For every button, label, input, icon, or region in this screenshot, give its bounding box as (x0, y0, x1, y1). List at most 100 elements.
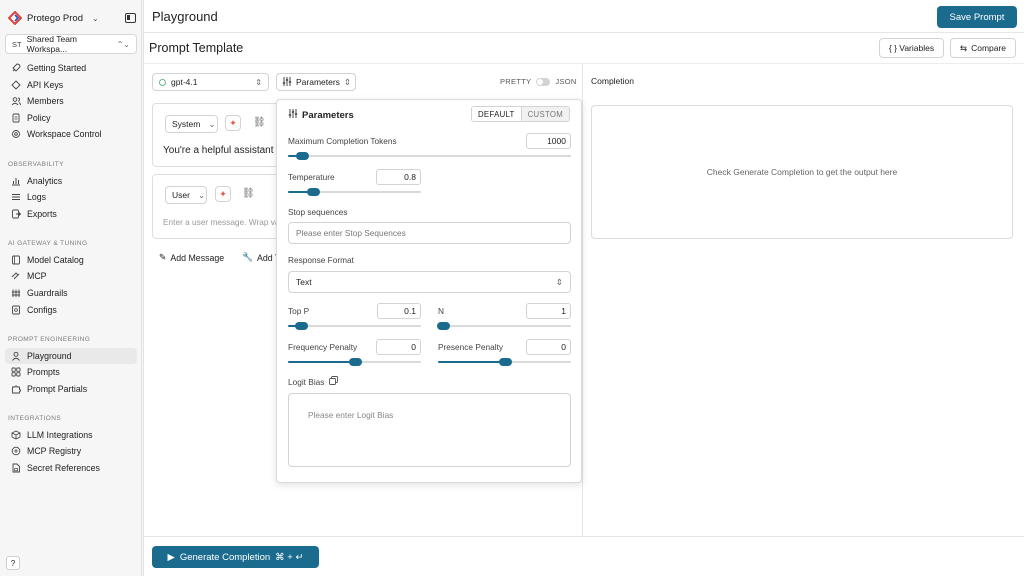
response-format-label: Response Format (288, 255, 354, 265)
frequency-penalty-slider[interactable] (288, 357, 421, 367)
sidebar-item-configs[interactable]: Configs (5, 302, 137, 318)
sidebar: Protego Prod ⌄ ST Shared Team Workspa...… (0, 0, 142, 576)
compare-button[interactable]: ⇆ Compare (950, 38, 1016, 58)
system-message-text[interactable]: You're a helpful assistant (163, 145, 281, 156)
updown-chevron-icon: ⇕ (255, 77, 262, 87)
slider-thumb[interactable] (296, 152, 310, 160)
sidebar-item-logs[interactable]: Logs (5, 189, 137, 205)
pretty-json-toggle[interactable]: PRETTY JSON (500, 77, 577, 86)
slider-thumb[interactable] (295, 322, 309, 330)
puzzle-icon (12, 385, 21, 394)
mode-default-tab[interactable]: DEFAULT (472, 107, 522, 121)
sidebar-item-members[interactable]: Members (5, 93, 137, 109)
slider-thumb[interactable] (348, 358, 362, 366)
panel-divider (582, 64, 583, 536)
sidebar-item-prompt-partials[interactable]: Prompt Partials (5, 381, 137, 397)
sidebar-item-secret-references[interactable]: Secret References (5, 460, 137, 476)
logit-bias-input[interactable]: Please enter Logit Bias (288, 393, 571, 467)
add-tool-button[interactable]: 🔧 Add Tool (242, 252, 276, 263)
n-input[interactable]: 1 (526, 303, 571, 319)
frequency-penalty-input[interactable]: 0 (376, 339, 421, 355)
help-button[interactable]: ? (6, 556, 20, 570)
sidebar-item-analytics[interactable]: Analytics (5, 173, 137, 189)
slider-thumb[interactable] (437, 322, 451, 330)
frequency-penalty-label: Frequency Penalty (288, 342, 358, 352)
max-tokens-slider[interactable] (288, 151, 571, 161)
presence-penalty-label: Presence Penalty (438, 342, 504, 352)
stop-sequences-label: Stop sequences (288, 207, 348, 217)
mode-toggle: DEFAULT CUSTOM (471, 106, 571, 122)
model-select[interactable]: gpt-4.1 ⇕ (152, 73, 269, 91)
section-label-gateway: AI GATEWAY & TUNING (8, 240, 88, 247)
prompt-template-title: Prompt Template (149, 41, 244, 55)
updown-chevron-icon: ⇕ (343, 76, 352, 87)
sliders-icon (282, 76, 292, 88)
document-icon (12, 113, 20, 123)
chevron-down-icon: ⌄ (197, 189, 206, 200)
sidebar-item-model-catalog[interactable]: Model Catalog (5, 252, 137, 268)
sidebar-item-exports[interactable]: Exports (5, 206, 137, 222)
sparkle-icon[interactable]: ✦ (215, 186, 231, 202)
sidebar-item-llm-integrations[interactable]: LLM Integrations (5, 427, 137, 443)
parameters-popover: Parameters DEFAULT CUSTOM Maximum Comple… (276, 99, 582, 483)
link-icon[interactable]: ⛓ (242, 188, 255, 199)
toggle-switch[interactable] (536, 77, 551, 86)
variables-button[interactable]: { } Variables (879, 38, 944, 58)
main-panel: Playground Save Prompt Prompt Template {… (143, 0, 1024, 576)
model-status-dot-icon (159, 78, 166, 86)
max-tokens-input[interactable]: 1000 (526, 133, 571, 149)
top-bar: Playground Save Prompt (144, 0, 1024, 33)
sidebar-toggle-icon[interactable] (125, 13, 136, 23)
copy-icon[interactable] (329, 376, 339, 387)
parameters-button[interactable]: Parameters ⇕ (276, 73, 356, 91)
temperature-input[interactable]: 0.8 (376, 169, 421, 185)
presence-penalty-input[interactable]: 0 (526, 339, 571, 355)
chevron-down-icon: ⌄ (208, 118, 216, 129)
sidebar-item-playground[interactable]: Playground (5, 348, 137, 364)
config-icon (12, 305, 20, 315)
slider-thumb[interactable] (498, 358, 512, 366)
slider-thumb[interactable] (307, 188, 321, 196)
sidebar-item-mcp[interactable]: MCP (5, 268, 137, 284)
bar-chart-icon (12, 178, 20, 186)
sidebar-item-api-keys[interactable]: API Keys (5, 77, 137, 93)
completion-output: Check Generate Completion to get the out… (591, 105, 1013, 239)
temperature-slider[interactable] (288, 187, 421, 197)
sidebar-item-policy[interactable]: Policy (5, 110, 137, 126)
n-slider[interactable] (437, 321, 571, 331)
export-icon (12, 209, 21, 219)
n-label: N (438, 306, 444, 316)
book-icon (12, 255, 20, 265)
response-format-select[interactable]: Text ⇕ (288, 271, 571, 293)
stop-sequences-input[interactable]: Please enter Stop Sequences (288, 222, 571, 244)
role-select-user[interactable]: User ⌄ (165, 186, 207, 204)
logit-bias-label: Logit Bias (288, 376, 339, 387)
sidebar-item-prompts[interactable]: Prompts (5, 364, 137, 380)
message-add-icon: ✎ (159, 252, 167, 262)
org-switcher[interactable]: Protego Prod ⌄ (8, 10, 136, 26)
chevron-down-icon: ⌄ (91, 13, 99, 23)
user-message-input[interactable]: Enter a user message. Wrap variables in … (163, 217, 276, 227)
completion-label: Completion (591, 76, 634, 86)
sidebar-item-mcp-registry[interactable]: MCP Registry (5, 443, 137, 459)
top-p-input[interactable]: 0.1 (377, 303, 421, 319)
sidebar-item-guardrails[interactable]: Guardrails (5, 285, 137, 301)
top-p-slider[interactable] (288, 321, 421, 331)
mode-custom-tab[interactable]: CUSTOM (521, 107, 570, 121)
key-icon (11, 80, 21, 90)
rocket-icon (12, 63, 21, 72)
role-select-system[interactable]: System ⌄ (165, 115, 218, 133)
presence-penalty-slider[interactable] (438, 357, 571, 367)
sidebar-item-workspace-control[interactable]: Workspace Control (5, 126, 137, 142)
save-prompt-button[interactable]: Save Prompt (937, 6, 1017, 28)
bottom-bar: ▶ Generate Completion ⌘ + ↵ (144, 536, 1024, 576)
file-lock-icon (12, 463, 20, 473)
sidebar-item-getting-started[interactable]: Getting Started (5, 60, 137, 76)
sparkle-icon[interactable]: ✦ (225, 115, 241, 131)
workspace-select[interactable]: ST Shared Team Workspa... ⌃⌄ (5, 34, 137, 54)
add-message-button[interactable]: ✎ Add Message (159, 252, 224, 263)
generate-completion-button[interactable]: ▶ Generate Completion ⌘ + ↵ (152, 546, 319, 568)
wrench-icon: 🔧 (242, 252, 253, 262)
link-icon[interactable]: ⛓ (253, 117, 266, 128)
section-label-integrations: INTEGRATIONS (8, 415, 62, 422)
